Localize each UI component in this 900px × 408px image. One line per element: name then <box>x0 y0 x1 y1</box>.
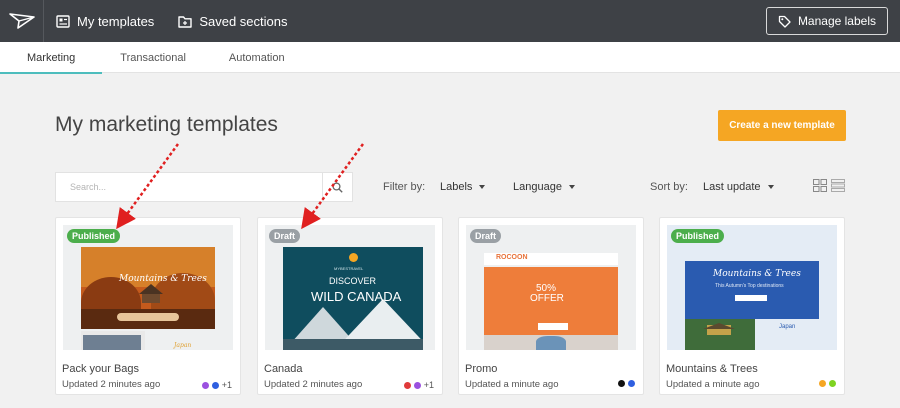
template-name: Mountains & Trees <box>666 363 758 375</box>
tab-transactional[interactable]: Transactional <box>102 42 213 73</box>
tab-marketing-label: Marketing <box>27 51 76 64</box>
label-dot <box>211 381 219 389</box>
thumbnail-line2: WILD CANADA <box>311 289 402 304</box>
nav-saved-sections-label: Saved sections <box>199 13 288 29</box>
language-dropdown[interactable]: Language <box>513 181 575 193</box>
status-badge: Published <box>671 229 725 243</box>
page-title: My marketing templates <box>55 113 278 136</box>
template-name: Pack your Bags <box>62 363 140 375</box>
thumbnail-sub: This Autumn's Top destinations <box>715 283 784 289</box>
sort-by-label: Sort by: <box>650 181 688 193</box>
thumbnail-image <box>685 319 755 350</box>
extra-labels-count: +1 <box>221 380 232 390</box>
thumbnail-title: Mountains & Trees <box>119 274 207 284</box>
labels-dropdown[interactable]: Labels <box>440 181 486 193</box>
chevron-down-icon <box>479 185 486 189</box>
tab-bar: Marketing Transactional Automation <box>0 42 900 74</box>
chevron-down-icon <box>568 185 575 189</box>
top-nav: My templates Saved sections <box>44 0 299 42</box>
labels-dropdown-value: Labels <box>440 181 473 193</box>
template-name: Canada <box>264 363 303 375</box>
tab-marketing[interactable]: Marketing <box>0 42 103 74</box>
label-dot <box>403 381 411 389</box>
template-thumbnail: Published Mountains & Trees This Autumn'… <box>667 225 837 350</box>
chevron-down-icon <box>767 185 774 189</box>
nav-my-templates-label: My templates <box>77 13 155 29</box>
template-card[interactable]: Draft ROCOON 50% OFFER Promo Updated a m… <box>458 217 644 395</box>
template-card[interactable]: Draft MYBESTRAVEL DISCOVER WILD CANADA C… <box>257 217 443 395</box>
create-template-button[interactable]: Create a new template <box>718 110 846 141</box>
label-dot <box>829 380 836 387</box>
nav-saved-sections[interactable]: Saved sections <box>166 0 299 42</box>
thumbnail-button <box>538 323 568 330</box>
thumbnail-button <box>735 295 767 301</box>
thumbnail-title: Mountains & Trees <box>713 269 801 279</box>
search-icon <box>332 181 343 193</box>
status-badge: Draft <box>269 229 301 243</box>
thumbnail-hero-image <box>81 247 215 329</box>
thumbnail-side: Japan <box>779 324 796 330</box>
template-updated: Updated 2 minutes ago <box>62 379 161 390</box>
search-button[interactable] <box>322 173 352 201</box>
tab-automation[interactable]: Automation <box>213 42 312 73</box>
top-bar: My templates Saved sections Manage label… <box>0 0 900 42</box>
tab-automation-label: Automation <box>228 51 285 64</box>
app-logo[interactable] <box>0 0 44 42</box>
template-updated: Updated a minute ago <box>465 379 559 390</box>
tag-icon <box>778 15 791 28</box>
search-input[interactable] <box>56 173 322 201</box>
template-card[interactable]: Published Mountains & Trees Japan Pack y… <box>55 217 241 395</box>
template-thumbnail: Published Mountains & Trees Japan <box>63 225 233 350</box>
nav-my-templates[interactable]: My templates <box>44 0 166 42</box>
label-dot <box>413 381 421 389</box>
label-dots: +1 <box>199 380 232 390</box>
label-dots: +1 <box>401 380 434 390</box>
sort-dropdown[interactable]: Last update <box>703 181 774 193</box>
folder-icon <box>178 15 193 28</box>
thumbnail-brand: MYBESTRAVEL <box>334 266 364 271</box>
template-thumbnail: Draft ROCOON 50% OFFER <box>466 225 636 350</box>
label-dots <box>615 380 635 387</box>
template-updated: Updated a minute ago <box>666 379 760 390</box>
status-badge: Published <box>67 229 121 243</box>
list-view-icon[interactable] <box>831 179 845 192</box>
thumbnail-image <box>536 336 566 350</box>
templates-icon <box>56 14 70 28</box>
label-dot <box>201 381 209 389</box>
template-thumbnail: Draft MYBESTRAVEL DISCOVER WILD CANADA <box>265 225 435 350</box>
thumbnail-line1: DISCOVER <box>329 276 377 286</box>
sort-dropdown-value: Last update <box>703 181 761 193</box>
template-name: Promo <box>465 363 498 375</box>
template-updated: Updated 2 minutes ago <box>264 379 363 390</box>
template-card[interactable]: Published Mountains & Trees This Autumn'… <box>659 217 845 395</box>
tab-transactional-label: Transactional <box>120 51 186 64</box>
extra-labels-count: +1 <box>423 380 434 390</box>
search-box <box>55 172 353 202</box>
thumbnail-image-small <box>83 335 141 350</box>
grid-view-icon[interactable] <box>813 179 827 192</box>
label-dots <box>816 380 836 387</box>
thumbnail-script: Japan <box>174 342 192 349</box>
label-dot <box>819 380 826 387</box>
manage-labels-label: Manage labels <box>797 14 876 28</box>
manage-labels-button[interactable]: Manage labels <box>765 7 888 35</box>
language-dropdown-value: Language <box>513 181 562 193</box>
thumbnail-line2: OFFER <box>530 293 564 304</box>
status-badge: Draft <box>470 229 502 243</box>
label-dot <box>618 380 625 387</box>
thumbnail-brand: ROCOON <box>496 254 528 261</box>
filter-by-label: Filter by: <box>383 181 426 193</box>
label-dot <box>628 380 635 387</box>
paper-plane-icon <box>8 13 35 29</box>
